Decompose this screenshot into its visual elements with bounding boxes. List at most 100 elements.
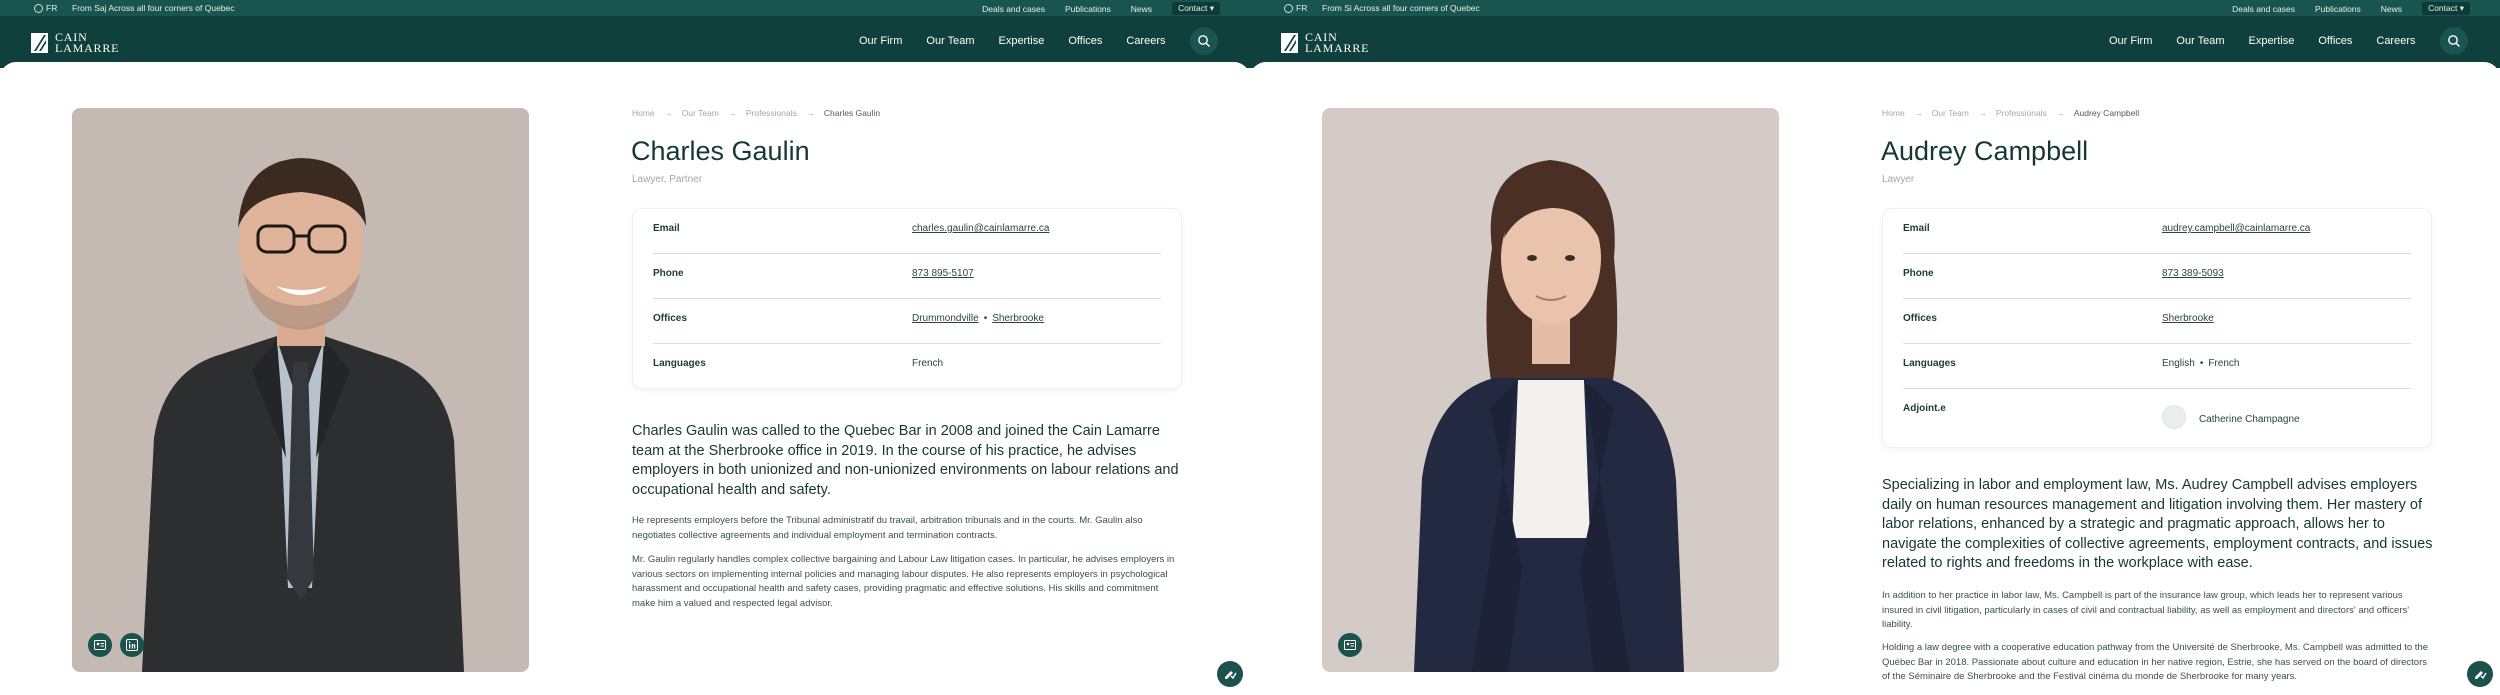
contact-button[interactable]: Contact ▾ xyxy=(2422,2,2470,15)
email-link[interactable]: charles.gaulin@cainlamarre.ca xyxy=(912,223,1049,234)
nav-our-firm[interactable]: Our Firm xyxy=(859,35,902,47)
search-icon xyxy=(2448,35,2460,47)
link-deals[interactable]: Deals and cases xyxy=(2232,4,2295,14)
floating-action-button[interactable] xyxy=(1217,661,1243,687)
contact-row-phone: Phone 873 389-5093 xyxy=(1903,254,2411,299)
breadcrumb: Home → Our Team → Professionals → Charle… xyxy=(632,108,880,118)
tagline: From Saj Across all four corners of Queb… xyxy=(72,3,235,13)
link-publications[interactable]: Publications xyxy=(1065,4,1111,14)
vcard-button[interactable] xyxy=(88,633,112,657)
language-value: French xyxy=(912,358,944,369)
contact-row-offices: Offices Sherbrooke xyxy=(1903,299,2411,344)
nav-offices[interactable]: Offices xyxy=(1068,35,1102,47)
phone-link[interactable]: 873 389-5093 xyxy=(2162,268,2224,279)
breadcrumb-home[interactable]: Home xyxy=(632,108,655,118)
contact-row-email: Email charles.gaulin@cainlamarre.ca xyxy=(653,209,1161,254)
profile-page-charles: FR From Saj Across all four corners of Q… xyxy=(0,0,1250,695)
nav-our-team[interactable]: Our Team xyxy=(926,35,974,47)
arrow-right-icon: → xyxy=(2055,108,2065,118)
navbar-curve xyxy=(1250,62,2500,78)
portrait-photo xyxy=(1322,108,1779,672)
language-switch[interactable]: FR xyxy=(1284,3,1307,13)
link-news[interactable]: News xyxy=(1131,4,1152,14)
vcard-icon xyxy=(94,640,106,650)
logo[interactable]: CAIN LAMARRE xyxy=(31,31,119,54)
contact-row-assistant: Adjoint.e Catherine Champagne xyxy=(1903,389,2411,447)
search-button[interactable] xyxy=(1190,27,1218,55)
breadcrumb-professionals[interactable]: Professionals xyxy=(746,108,797,118)
edit-check-icon xyxy=(1225,671,1237,680)
avatar xyxy=(2162,405,2186,429)
link-publications[interactable]: Publications xyxy=(2315,4,2361,14)
globe-icon xyxy=(1284,3,1293,13)
arrow-right-icon: → xyxy=(663,108,673,118)
nav-expertise[interactable]: Expertise xyxy=(998,35,1044,47)
vcard-button[interactable] xyxy=(1338,633,1362,657)
bio-paragraph: Mr. Gaulin regularly handles complex col… xyxy=(632,554,1175,609)
arrow-right-icon: → xyxy=(805,108,815,118)
bio-paragraph: Holding a law degree with a cooperative … xyxy=(1882,642,2429,682)
logo[interactable]: CAIN LAMARRE xyxy=(1281,31,1369,54)
link-deals[interactable]: Deals and cases xyxy=(982,4,1045,14)
page-title: Charles Gaulin xyxy=(631,136,810,166)
linkedin-icon xyxy=(126,639,138,651)
contact-card: Email audrey.campbell@cainlamarre.ca Pho… xyxy=(1882,208,2432,448)
nav-our-firm[interactable]: Our Firm xyxy=(2109,35,2152,47)
nav-expertise[interactable]: Expertise xyxy=(2248,35,2294,47)
breadcrumb-professionals[interactable]: Professionals xyxy=(1996,108,2047,118)
search-button[interactable] xyxy=(2440,27,2468,55)
bio-lead: Specializing in labor and employment law… xyxy=(1882,477,2433,571)
arrow-right-icon: → xyxy=(1913,108,1923,118)
vcard-icon xyxy=(1344,640,1356,650)
breadcrumb-our-team[interactable]: Our Team xyxy=(1932,108,1969,118)
link-news[interactable]: News xyxy=(2381,4,2402,14)
arrow-right-icon: → xyxy=(727,108,737,118)
assistant-name[interactable]: Catherine Champagne xyxy=(2199,414,2300,425)
logo-mark-icon xyxy=(31,33,48,53)
bio-paragraph: In addition to her practice in labor law… xyxy=(1882,590,2410,630)
bio-lead: Charles Gaulin was called to the Quebec … xyxy=(632,423,1179,498)
nav-careers[interactable]: Careers xyxy=(1126,35,1165,47)
phone-link[interactable]: 873 895-5107 xyxy=(912,268,974,279)
contact-row-offices: Offices Drummondville • Sherbrooke xyxy=(653,299,1161,344)
contact-card: Email charles.gaulin@cainlamarre.ca Phon… xyxy=(632,208,1182,389)
nav-offices[interactable]: Offices xyxy=(2318,35,2352,47)
breadcrumb-our-team[interactable]: Our Team xyxy=(682,108,719,118)
breadcrumb-home[interactable]: Home xyxy=(1882,108,1905,118)
navbar-curve xyxy=(0,62,1250,78)
floating-action-button[interactable] xyxy=(2467,661,2493,687)
primary-nav: Our Firm Our Team Expertise Offices Care… xyxy=(2109,35,2416,47)
edit-check-icon xyxy=(2475,671,2487,680)
tagline: From Si Across all four corners of Quebe… xyxy=(1322,3,1480,13)
language-value: English xyxy=(2162,358,2195,369)
contact-button[interactable]: Contact ▾ xyxy=(1172,2,1220,15)
arrow-right-icon: → xyxy=(1977,108,1987,118)
profile-page-audrey: FR From Si Across all four corners of Qu… xyxy=(1250,0,2500,695)
utility-bar: FR From Saj Across all four corners of Q… xyxy=(0,0,1250,16)
office-link-sherbrooke[interactable]: Sherbrooke xyxy=(2162,313,2214,324)
search-icon xyxy=(1198,35,1210,47)
bio-paragraph: He represents employers before the Tribu… xyxy=(632,515,1143,541)
contact-row-email: Email audrey.campbell@cainlamarre.ca xyxy=(1903,209,2411,254)
breadcrumb-current: Charles Gaulin xyxy=(823,108,881,118)
email-link[interactable]: audrey.campbell@cainlamarre.ca xyxy=(2162,223,2310,234)
logo-mark-icon xyxy=(1281,33,1298,53)
portrait-photo xyxy=(72,108,529,672)
primary-nav: Our Firm Our Team Expertise Offices Care… xyxy=(859,35,1166,47)
breadcrumb: Home → Our Team → Professionals → Audrey… xyxy=(1882,108,2139,118)
contact-row-languages: Languages French xyxy=(653,358,944,369)
job-title: Lawyer, Partner xyxy=(632,174,703,185)
breadcrumb-current: Audrey Campbell xyxy=(2073,108,2140,118)
contact-row-phone: Phone 873 895-5107 xyxy=(653,254,1161,299)
job-title: Lawyer xyxy=(1882,174,1915,185)
contact-row-languages: Languages English • French xyxy=(1903,344,2411,389)
linkedin-button[interactable] xyxy=(120,633,144,657)
nav-careers[interactable]: Careers xyxy=(2376,35,2415,47)
office-link-sherbrooke[interactable]: Sherbrooke xyxy=(992,313,1044,324)
page-title: Audrey Campbell xyxy=(1881,136,2089,166)
language-value: French xyxy=(2208,358,2240,369)
language-switch[interactable]: FR xyxy=(34,3,57,13)
utility-bar: FR From Si Across all four corners of Qu… xyxy=(1250,0,2500,16)
nav-our-team[interactable]: Our Team xyxy=(2176,35,2224,47)
office-link-drummondville[interactable]: Drummondville xyxy=(912,313,979,324)
